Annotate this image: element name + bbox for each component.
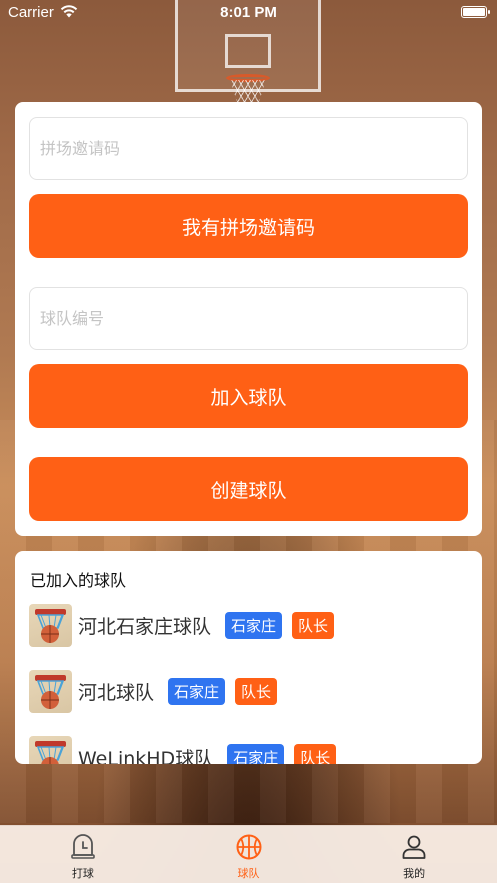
hoop-net-background [230,80,266,102]
tab-me[interactable]: 我的 [331,826,497,883]
role-tag: 队长 [235,677,278,705]
create-team-button[interactable]: 创建球队 [29,457,468,521]
status-bar: Carrier 8:01 PM [0,0,497,26]
person-icon [402,835,426,859]
joined-teams-title: 已加入的球队 [30,571,127,590]
city-tag: 石家庄 [225,611,283,639]
team-name: WeLinkHD球队 [78,747,214,765]
invite-code-input[interactable] [29,117,468,180]
basketball-hoop-icon [35,740,66,764]
tab-me-label: 我的 [403,867,426,880]
city-tag: 石家庄 [227,743,285,764]
join-card: 我有拼场邀请码 加入球队 创建球队 [15,102,482,536]
team-avatar [29,669,72,713]
tab-play-label: 打球 [71,867,94,880]
battery-icon [461,6,490,18]
have-invite-code-button[interactable]: 我有拼场邀请码 [29,194,468,258]
joined-teams-card: 已加入的球队 河北石家庄球队 石家庄 队长 河北球队 石家庄 队长 WeLink… [15,551,482,764]
role-tag: 队长 [292,611,335,639]
basketball-hoop-icon [35,674,66,709]
team-name: 河北石家庄球队 [78,615,212,638]
city-tag: 石家庄 [168,677,226,705]
team-avatar [29,735,72,764]
basketball-icon [236,834,261,860]
tab-bar: 打球 球队 我的 [0,825,497,883]
tab-play[interactable]: 打球 [0,826,166,883]
tab-team-label: 球队 [237,867,260,880]
team-row[interactable]: WeLinkHD球队 石家庄 队长 [29,735,337,765]
join-team-button[interactable]: 加入球队 [29,364,468,428]
team-row[interactable]: 河北石家庄球队 石家庄 队长 [29,603,335,647]
team-number-input[interactable] [29,287,468,350]
clock-bell-icon [71,834,95,859]
tab-team[interactable]: 球队 [166,826,332,883]
role-tag: 队长 [294,743,337,764]
basketball-hoop-icon [35,608,66,643]
team-avatar [29,603,72,647]
clock-time: 8:01 PM [220,4,277,21]
team-name: 河北球队 [78,681,155,704]
team-row[interactable]: 河北球队 石家庄 队长 [29,669,278,713]
